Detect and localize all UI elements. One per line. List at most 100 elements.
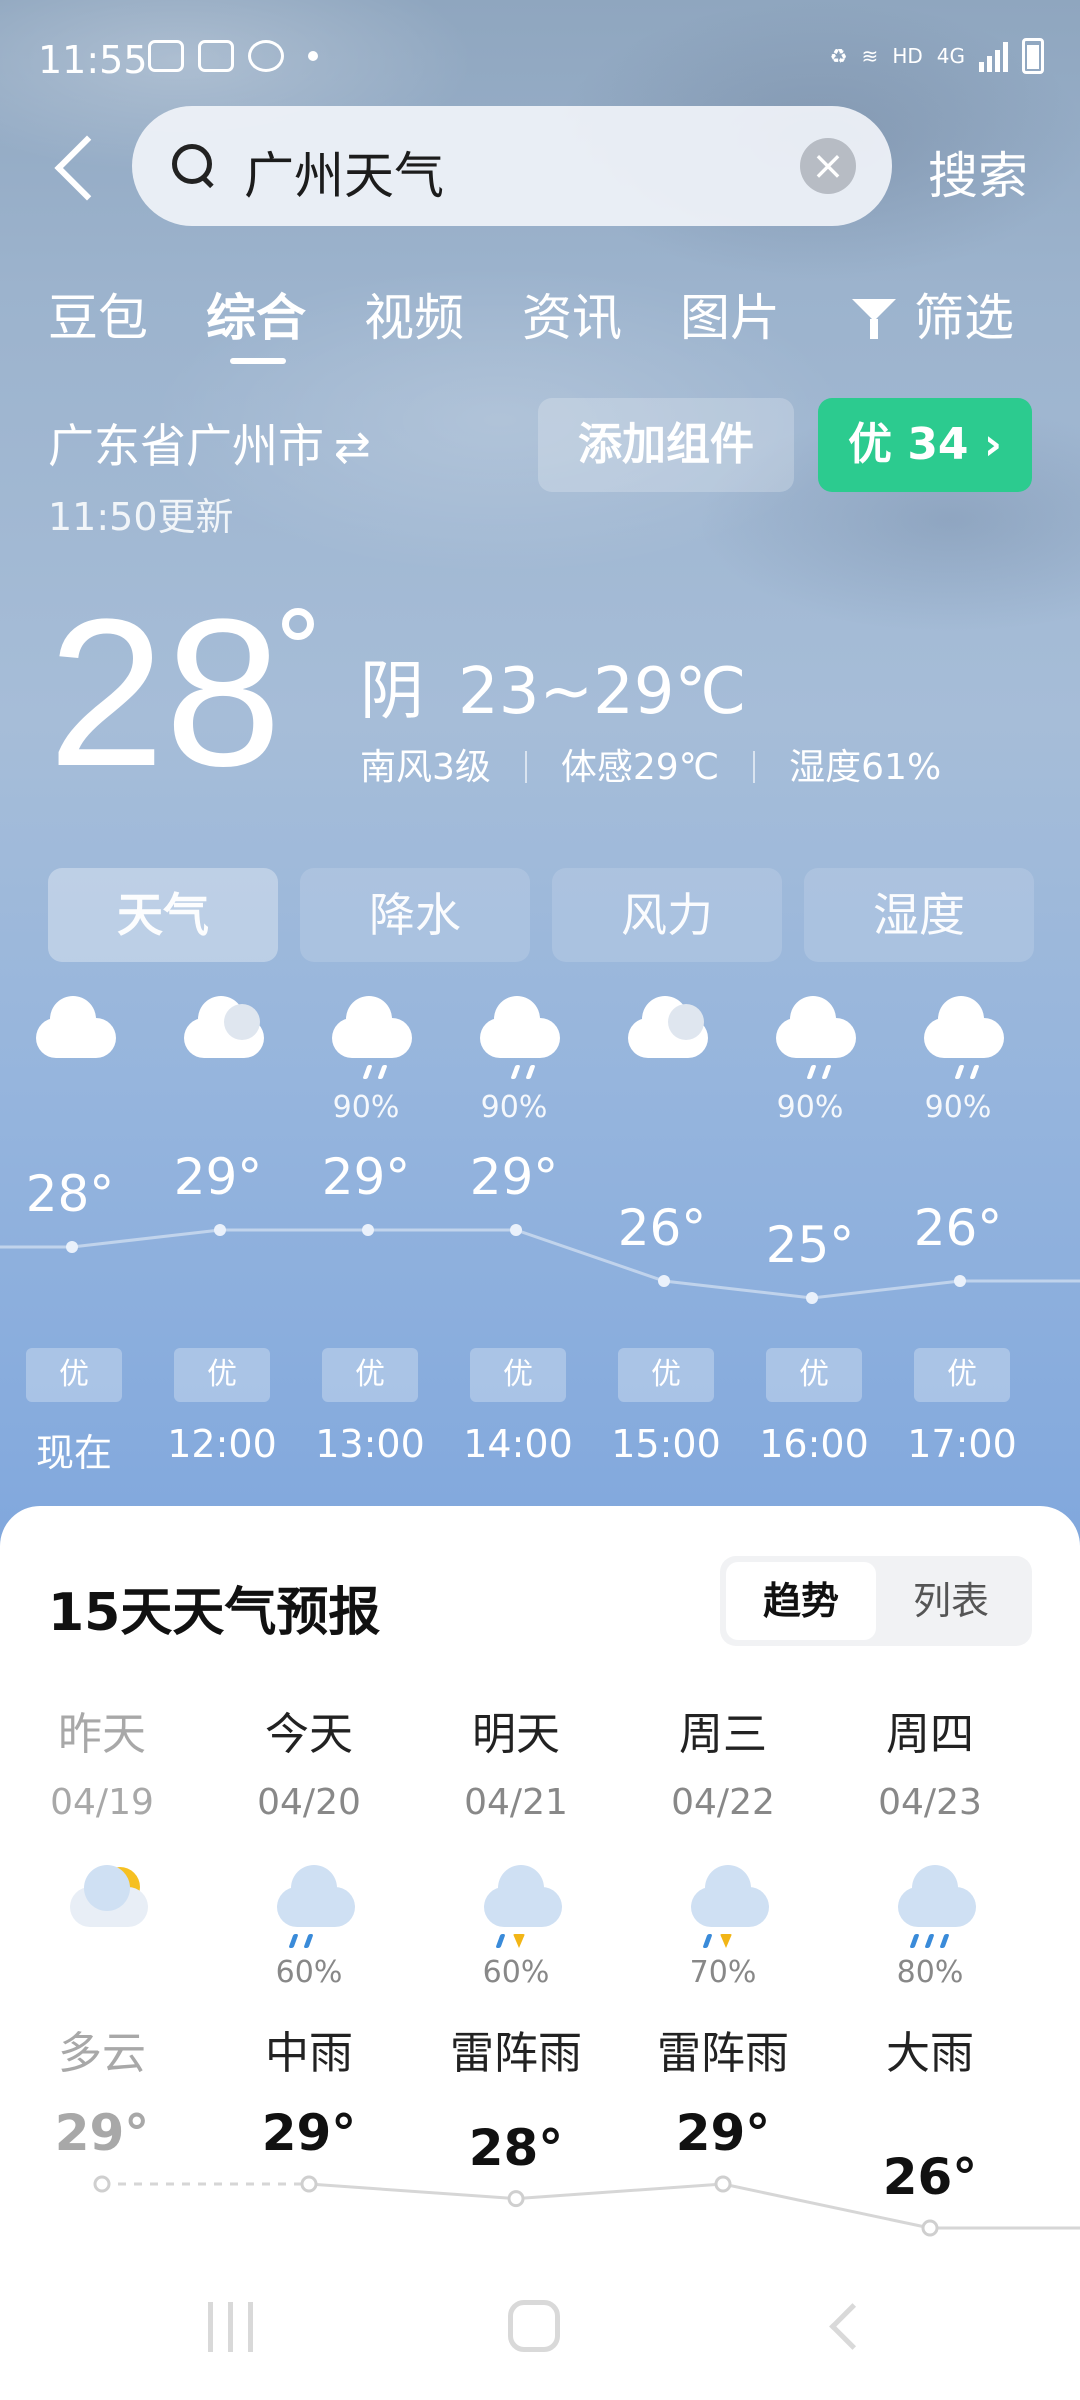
hour-temp: 29° — [173, 1148, 263, 1206]
day-date: 04/23 — [878, 1782, 982, 1823]
daily-temp-point — [714, 2175, 732, 2193]
hd-label: HD — [892, 44, 923, 68]
day-date: 04/20 — [257, 1782, 361, 1823]
day-label: 明天 — [472, 1709, 560, 1760]
day-item[interactable]: 昨天 04/19 多云 — [2, 1698, 202, 2081]
air-quality-chip: 优 — [766, 1348, 862, 1402]
hour-time: 现在 — [35, 1431, 112, 1475]
wind: 南风3级 — [360, 747, 491, 788]
cloudy-icon — [628, 996, 708, 1058]
precip-probability — [2, 1955, 202, 1991]
weather-details: 南风3级 体感29℃ 湿度61% — [360, 738, 941, 790]
add-widget-button[interactable]: 添加组件 — [538, 398, 794, 492]
day-item[interactable]: 周三 04/22 70% 雷阵雨 — [623, 1698, 823, 2081]
day-condition: 雷阵雨 — [450, 2028, 582, 2079]
daily-temp-segment — [515, 2182, 724, 2201]
forecast-sheet: 15天天气预报 趋势 列表 昨天 04/19 多云 29° 今天 04/20 60% 中雨 29… — [0, 1506, 1080, 2400]
update-time: 11:50更新 — [48, 495, 234, 539]
divider — [524, 751, 527, 783]
search-input[interactable]: 广州天气 × — [132, 106, 892, 226]
day-label: 周三 — [679, 1709, 767, 1760]
day-label: 周四 — [886, 1709, 974, 1760]
precip-probability: 60% — [482, 1955, 550, 1990]
air-quality-chip: 优 — [470, 1348, 566, 1402]
tab-video[interactable]: 视频 — [364, 278, 464, 350]
condition-line: 阴 23~29℃ — [360, 640, 746, 732]
current-condition: 阴 — [360, 655, 424, 729]
current-temperature: 28 — [48, 575, 282, 810]
humidity: 湿度61% — [789, 747, 942, 788]
day-date: 04/21 — [464, 1782, 568, 1823]
clear-icon[interactable]: × — [800, 138, 856, 194]
hour-temp: 28° — [25, 1165, 115, 1223]
app-notification-icon — [148, 40, 184, 72]
air-quality-chip: 优 — [174, 1348, 270, 1402]
segment-wind[interactable]: 风力 — [552, 868, 782, 962]
segment-humidity[interactable]: 湿度 — [804, 868, 1034, 962]
hour-time: 15:00 — [611, 1422, 721, 1466]
hourly-temp-point — [806, 1292, 818, 1304]
air-quality-chip: 优 — [26, 1348, 122, 1402]
search-button[interactable]: 搜索 — [928, 136, 1028, 208]
day-high-temp: 28° — [468, 2118, 564, 2177]
partly-cloudy-icon — [2, 1847, 202, 1947]
precip-probability: 70% — [689, 1955, 757, 1990]
sync-notification-icon — [248, 40, 284, 72]
day-item[interactable]: 今天 04/20 60% 中雨 — [209, 1698, 409, 2081]
rain-icon — [209, 1847, 409, 1948]
hour-temp: 29° — [321, 1148, 411, 1206]
rain-icon — [776, 996, 856, 1079]
day-condition: 雷阵雨 — [657, 2028, 789, 2079]
aqi-badge[interactable]: 优 34 › — [818, 398, 1032, 492]
air-quality-chip: 优 — [914, 1348, 1010, 1402]
day-condition: 中雨 — [265, 2028, 353, 2079]
hourly-temp-point — [66, 1241, 78, 1253]
precip-probability: 90% — [924, 1090, 992, 1125]
tab-news[interactable]: 资讯 — [522, 278, 622, 350]
hourly-temp-point — [362, 1224, 374, 1236]
filter-icon — [850, 295, 900, 341]
location-switcher[interactable]: 广东省广州市 ⇄ — [48, 410, 371, 476]
day-condition: 大雨 — [886, 2028, 974, 2079]
search-query[interactable]: 广州天气 — [244, 136, 444, 208]
search-icon — [172, 144, 216, 188]
system-icons: ♻ ≋ HD 4G — [830, 38, 1044, 74]
day-date: 04/22 — [671, 1782, 775, 1823]
heavy-rain-icon — [830, 1847, 1030, 1948]
segment-weather[interactable]: 天气 — [48, 868, 278, 962]
hour-temp: 29° — [469, 1148, 559, 1206]
hourly-forecast[interactable]: 28° 优现在 29° 优 12:00 90% 29° 优 13:00 90% 29° 优 14:00 2… — [0, 980, 1080, 1480]
hour-temp: 26° — [617, 1199, 707, 1257]
signal-icon — [979, 40, 1008, 72]
recycle-icon: ♻ — [829, 44, 848, 68]
hour-time: 13:00 — [315, 1422, 425, 1466]
filter-button[interactable]: 筛选 — [850, 278, 1014, 350]
day-label: 昨天 — [58, 1709, 146, 1760]
day-high-temp: 26° — [882, 2148, 978, 2206]
battery-icon — [1022, 38, 1044, 74]
precip-probability: 90% — [776, 1090, 844, 1125]
daily-temp-point — [300, 2175, 318, 2193]
thunderstorm-icon — [623, 1847, 823, 1948]
day-condition: 多云 — [58, 2028, 146, 2079]
air-quality-chip: 优 — [322, 1348, 418, 1402]
location-name: 广东省广州市 — [48, 419, 324, 473]
tab-images[interactable]: 图片 — [680, 278, 780, 350]
feels-like: 体感29℃ — [560, 747, 720, 788]
tab-general[interactable]: 综合 — [206, 278, 306, 350]
back-button[interactable] — [46, 125, 106, 205]
hour-time: 17:00 — [907, 1422, 1017, 1466]
segment-precipitation[interactable]: 降水 — [300, 868, 530, 962]
hour-temp: 26° — [913, 1199, 1003, 1257]
home-button[interactable] — [508, 2300, 560, 2352]
tab-doubao[interactable]: 豆包 — [48, 278, 148, 350]
recent-apps-button[interactable] — [208, 2302, 258, 2352]
temp-range: 23~29℃ — [458, 655, 747, 729]
day-high-temp: 29° — [675, 2104, 771, 2162]
daily-temp-segment — [308, 2182, 517, 2201]
network-label: 4G — [936, 44, 965, 68]
hour-temp: 25° — [765, 1216, 855, 1274]
back-nav-button[interactable] — [824, 2302, 864, 2350]
day-item[interactable]: 明天 04/21 60% 雷阵雨 — [416, 1698, 616, 2081]
day-item[interactable]: 周四 04/23 80% 大雨 — [830, 1698, 1030, 2081]
